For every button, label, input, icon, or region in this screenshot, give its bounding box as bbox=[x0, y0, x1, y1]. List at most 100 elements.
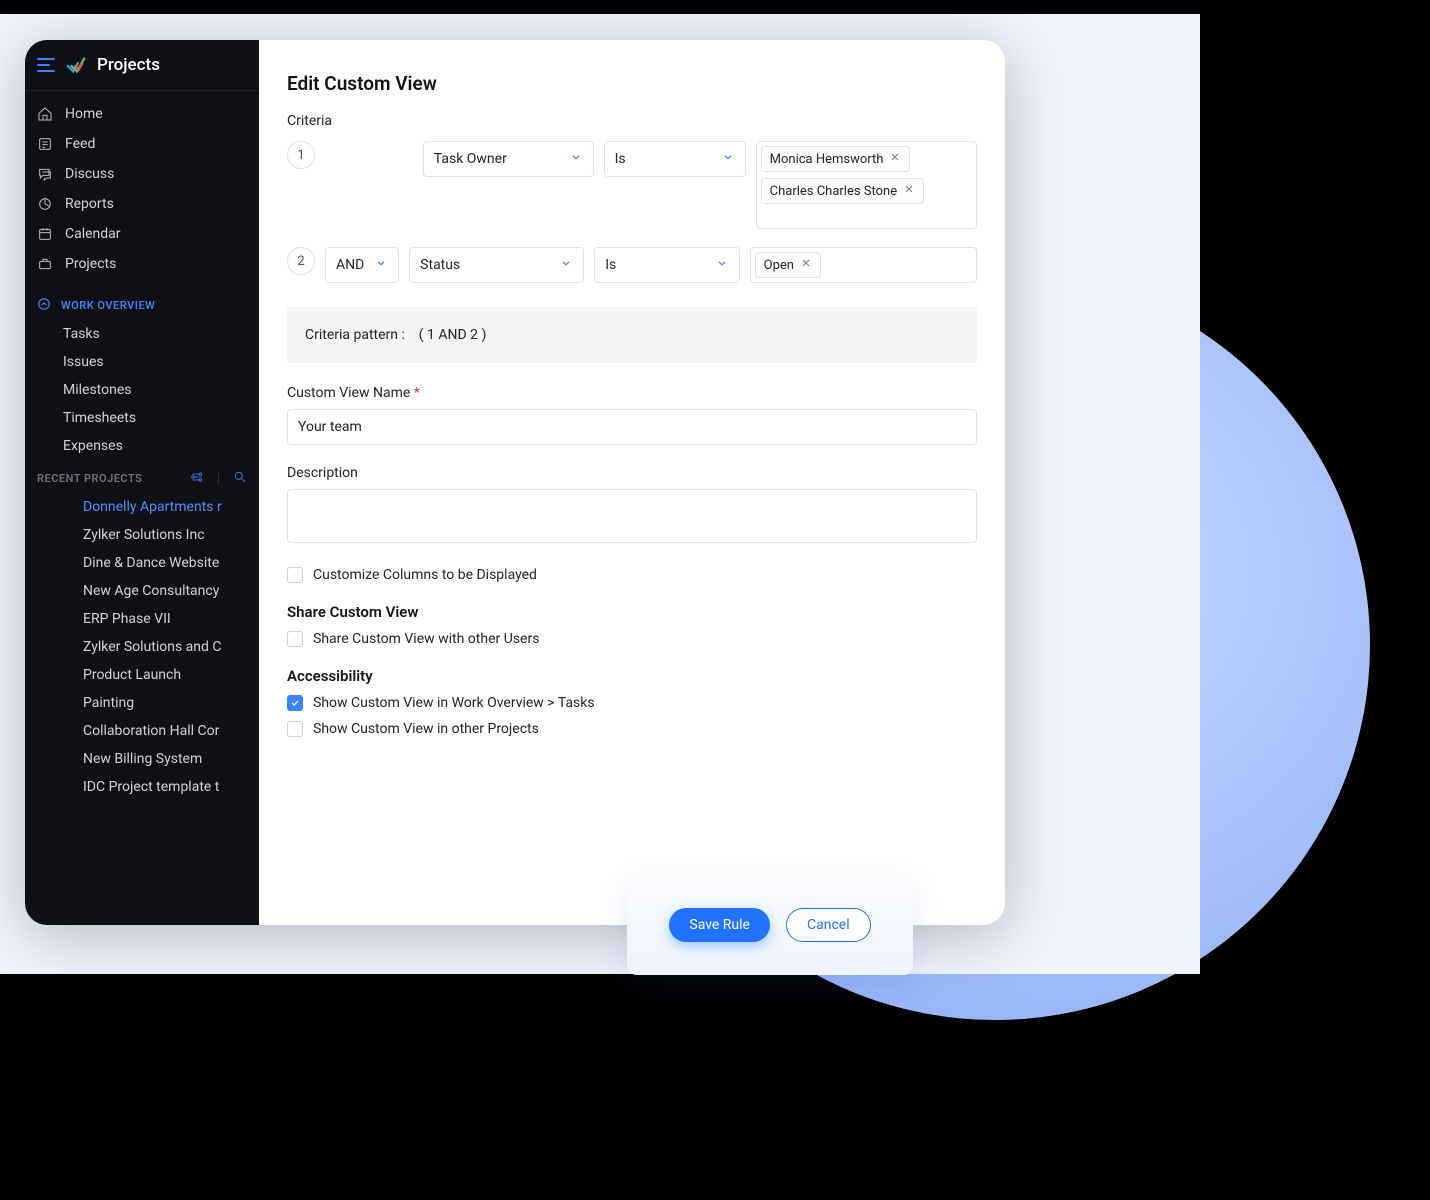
cancel-button[interactable]: Cancel bbox=[786, 908, 871, 942]
close-icon[interactable] bbox=[800, 257, 812, 273]
value-tag: Charles Charles Stone bbox=[761, 178, 925, 204]
select-value: Status bbox=[420, 257, 460, 273]
nav-discuss[interactable]: Discuss bbox=[25, 159, 259, 189]
recent-project-item[interactable]: Collaboration Hall Cor bbox=[47, 717, 259, 745]
criteria-pattern: Criteria pattern : ( 1 AND 2 ) bbox=[287, 307, 977, 363]
tag-label: Open bbox=[764, 258, 794, 273]
nav-tasks[interactable]: Tasks bbox=[63, 320, 259, 348]
nav-projects[interactable]: Projects bbox=[25, 249, 259, 279]
tag-label: Monica Hemsworth bbox=[770, 152, 884, 167]
criteria-value-box[interactable]: Monica Hemsworth Charles Charles Stone bbox=[756, 141, 977, 229]
search-icon[interactable] bbox=[233, 470, 247, 487]
collapse-icon bbox=[37, 297, 51, 314]
sidebar-header: Projects bbox=[25, 40, 259, 91]
nav-milestones[interactable]: Milestones bbox=[63, 376, 259, 404]
recent-project-item[interactable]: Dine & Dance Website bbox=[47, 549, 259, 577]
nav-timesheets[interactable]: Timesheets bbox=[63, 404, 259, 432]
criteria-operator-select[interactable]: Is bbox=[604, 141, 746, 177]
criteria-row-1: 1 Task Owner Is Monica Hemsworth Charles… bbox=[287, 141, 977, 229]
work-overview-header[interactable]: WORK OVERVIEW bbox=[25, 287, 259, 320]
calendar-icon bbox=[37, 226, 53, 242]
show-in-tasks-checkbox[interactable] bbox=[287, 695, 303, 711]
recent-project-item[interactable]: IDC Project template t bbox=[47, 773, 259, 801]
chevron-down-icon bbox=[715, 256, 729, 274]
nav-primary: Home Feed Discuss Reports Calendar Proje… bbox=[25, 91, 259, 287]
work-overview-items: Tasks Issues Milestones Timesheets Expen… bbox=[25, 320, 259, 460]
chevron-down-icon bbox=[559, 256, 573, 274]
briefcase-icon bbox=[37, 256, 53, 272]
discuss-icon bbox=[37, 166, 53, 182]
nav-issues[interactable]: Issues bbox=[63, 348, 259, 376]
chevron-down-icon bbox=[569, 150, 583, 168]
chevron-down-icon bbox=[721, 150, 735, 168]
select-value: Is bbox=[615, 151, 626, 167]
recent-project-item[interactable]: ERP Phase VII bbox=[47, 605, 259, 633]
button-bar: Save Rule Cancel bbox=[627, 875, 913, 975]
tag-label: Charles Charles Stone bbox=[770, 184, 898, 199]
share-with-users-label: Share Custom View with other Users bbox=[313, 631, 539, 647]
show-in-other-checkbox[interactable] bbox=[287, 721, 303, 737]
recent-project-item[interactable]: Zylker Solutions Inc bbox=[47, 521, 259, 549]
criteria-number: 1 bbox=[287, 141, 315, 169]
criteria-label: Criteria bbox=[287, 113, 977, 129]
section-label: WORK OVERVIEW bbox=[61, 299, 155, 312]
customize-columns-checkbox[interactable] bbox=[287, 567, 303, 583]
feed-icon bbox=[37, 136, 53, 152]
customize-columns-row: Customize Columns to be Displayed bbox=[287, 567, 977, 583]
nav-label: Discuss bbox=[65, 166, 114, 182]
nav-label: Feed bbox=[65, 136, 95, 152]
recent-projects-header: RECENT PROJECTS bbox=[25, 460, 259, 493]
panel-title: Edit Custom View bbox=[287, 72, 977, 95]
recent-project-item[interactable]: New Age Consultancy bbox=[47, 577, 259, 605]
hamburger-icon[interactable] bbox=[37, 58, 55, 72]
home-icon bbox=[37, 106, 53, 122]
filter-icon[interactable] bbox=[190, 470, 204, 487]
recent-project-item[interactable]: Painting bbox=[47, 689, 259, 717]
nav-label: Reports bbox=[65, 196, 114, 212]
criteria-row-2: 2 AND Status Is Open bbox=[287, 247, 977, 283]
nav-home[interactable]: Home bbox=[25, 99, 259, 129]
description-input[interactable] bbox=[287, 489, 977, 543]
recent-project-item[interactable]: New Billing System bbox=[47, 745, 259, 773]
custom-view-name-label: Custom View Name * bbox=[287, 385, 977, 401]
close-icon[interactable] bbox=[889, 151, 901, 167]
close-icon[interactable] bbox=[903, 183, 915, 199]
share-heading: Share Custom View bbox=[287, 603, 977, 621]
show-in-tasks-label: Show Custom View in Work Overview > Task… bbox=[313, 695, 595, 711]
customize-columns-label: Customize Columns to be Displayed bbox=[313, 567, 537, 583]
select-value: Is bbox=[605, 257, 616, 273]
custom-view-name-input[interactable] bbox=[287, 409, 977, 445]
show-in-other-label: Show Custom View in other Projects bbox=[313, 721, 539, 737]
description-label: Description bbox=[287, 465, 977, 481]
save-rule-button[interactable]: Save Rule bbox=[669, 908, 770, 942]
criteria-field-select[interactable]: Status bbox=[409, 247, 584, 283]
nav-expenses[interactable]: Expenses bbox=[63, 432, 259, 460]
select-value: Task Owner bbox=[434, 151, 507, 167]
criteria-value-box[interactable]: Open bbox=[750, 247, 977, 283]
main-panel: Edit Custom View Criteria 1 Task Owner I… bbox=[259, 40, 1005, 925]
recent-project-item[interactable]: Zylker Solutions and C bbox=[47, 633, 259, 661]
recent-project-item[interactable]: Product Launch bbox=[47, 661, 259, 689]
recent-project-item[interactable]: Donnelly Apartments r bbox=[47, 493, 259, 521]
nav-calendar[interactable]: Calendar bbox=[25, 219, 259, 249]
custom-view-name-group: Custom View Name * bbox=[287, 385, 977, 445]
pattern-value: ( 1 AND 2 ) bbox=[419, 327, 487, 343]
pattern-label: Criteria pattern : bbox=[305, 327, 405, 343]
criteria-number: 2 bbox=[287, 247, 315, 275]
share-with-users-row: Share Custom View with other Users bbox=[287, 631, 977, 647]
nav-label: Home bbox=[65, 106, 103, 122]
nav-reports[interactable]: Reports bbox=[25, 189, 259, 219]
nav-feed[interactable]: Feed bbox=[25, 129, 259, 159]
nav-label: Projects bbox=[65, 256, 116, 272]
criteria-operator-select[interactable]: Is bbox=[594, 247, 739, 283]
nav-label: Calendar bbox=[65, 226, 121, 242]
description-group: Description bbox=[287, 465, 977, 547]
recent-projects-items: Donnelly Apartments r Zylker Solutions I… bbox=[25, 493, 259, 801]
value-tag: Monica Hemsworth bbox=[761, 146, 911, 172]
share-with-users-checkbox[interactable] bbox=[287, 631, 303, 647]
sidebar: Projects Home Feed Discuss Reports Calen… bbox=[25, 40, 259, 925]
criteria-connector-select[interactable]: AND bbox=[325, 247, 399, 283]
criteria-field-select[interactable]: Task Owner bbox=[423, 141, 594, 177]
chevron-down-icon bbox=[374, 256, 388, 274]
section-label: RECENT PROJECTS bbox=[37, 472, 142, 485]
